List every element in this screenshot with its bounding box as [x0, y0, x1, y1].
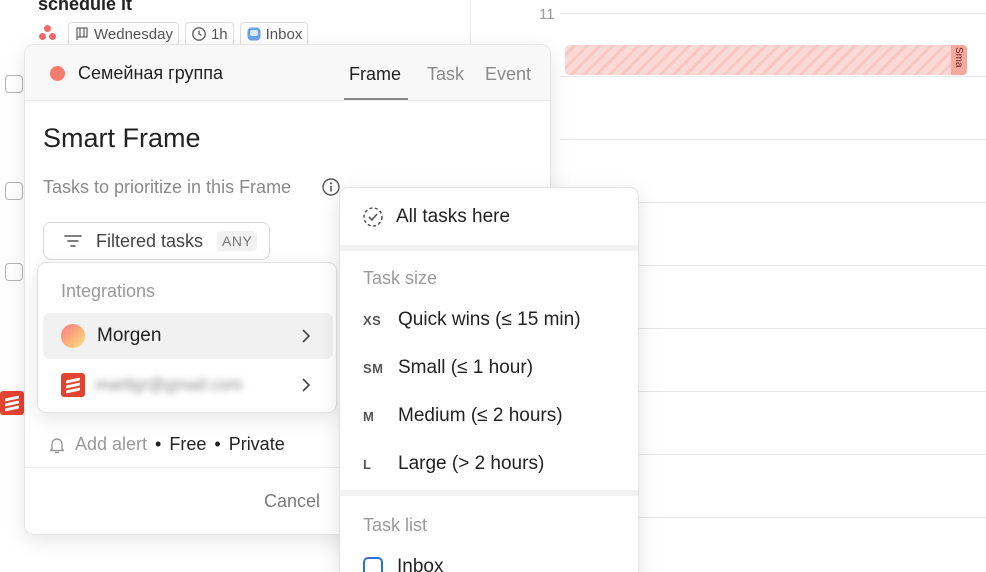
bell-icon: [49, 437, 65, 453]
dashed-check-circle-icon: [363, 207, 383, 227]
integration-label: Morgen: [97, 325, 162, 346]
size-option-l[interactable]: L Large (> 2 hours): [363, 453, 544, 475]
all-tasks-option[interactable]: All tasks here: [362, 206, 510, 228]
tab-event[interactable]: Event: [485, 64, 531, 85]
availability-toggle[interactable]: Free: [169, 434, 206, 455]
integration-item-todoist[interactable]: martlgr@gmail.com: [43, 362, 333, 408]
app-root: schedule it Wednesday 1h Inbox 11 2 Sma: [0, 0, 986, 572]
size-option-xs[interactable]: XS Quick wins (≤ 15 min): [363, 309, 581, 331]
calendar-event[interactable]: Sma: [565, 45, 967, 75]
size-code: L: [363, 456, 372, 472]
todoist-logo-icon: [61, 373, 85, 397]
cancel-button[interactable]: Cancel: [264, 491, 320, 512]
panel-header: Семейная группа Frame Task Event: [25, 45, 550, 101]
active-tab-indicator: [344, 98, 408, 100]
task-title[interactable]: schedule it: [38, 0, 132, 15]
filter-mode-badge: ANY: [217, 231, 258, 251]
section-divider: [340, 490, 638, 496]
list-label: Inbox: [397, 556, 444, 572]
asana-icon: [38, 24, 58, 44]
chevron-right-icon: [302, 329, 311, 343]
todoist-icon: [0, 391, 24, 415]
filter-icon: [64, 235, 82, 247]
tab-frame[interactable]: Frame: [349, 64, 401, 85]
size-label: Large (> 2 hours): [398, 453, 545, 474]
integration-item-morgen[interactable]: Morgen: [43, 313, 333, 359]
integration-account-label: martlgr@gmail.com: [95, 375, 243, 394]
chevron-right-icon: [302, 378, 311, 392]
hour-label: 11: [539, 6, 555, 23]
visibility-toggle[interactable]: Private: [229, 434, 285, 455]
task-list-header: Task list: [363, 515, 428, 535]
separator-dot: •: [214, 434, 221, 454]
task-checkbox[interactable]: [5, 263, 23, 281]
morgen-logo-icon: [61, 324, 85, 348]
list-option-inbox[interactable]: Inbox: [363, 556, 443, 572]
size-option-sm[interactable]: SM Small (≤ 1 hour): [363, 357, 533, 379]
calendar-selector[interactable]: Семейная группа: [78, 63, 223, 84]
frame-subtitle: Tasks to prioritize in this Frame: [43, 177, 292, 197]
integrations-popover: Integrations Morgen martlgr@gmail.com: [37, 262, 337, 413]
filter-tasks-button[interactable]: Filtered tasks ANY: [43, 222, 271, 260]
separator-dot: •: [155, 434, 162, 454]
duration-chip[interactable]: 1h: [184, 22, 234, 46]
size-option-m[interactable]: M Medium (≤ 2 hours): [363, 405, 563, 427]
clock-icon: [192, 27, 206, 41]
size-label: Medium (≤ 2 hours): [398, 405, 563, 426]
hour-line: [560, 76, 986, 77]
filter-label: Filtered tasks: [96, 230, 204, 251]
task-filter-dropdown: All tasks here Task size XS Quick wins (…: [339, 187, 639, 572]
info-icon[interactable]: [321, 177, 341, 197]
flag-icon: [76, 27, 88, 40]
task-checkbox[interactable]: [5, 75, 23, 93]
section-divider: [340, 245, 638, 251]
list-chip[interactable]: Inbox: [239, 22, 309, 46]
size-code: SM: [363, 360, 384, 376]
size-code: M: [363, 408, 375, 424]
calendar-color-dot[interactable]: [50, 66, 65, 81]
hour-line: [560, 13, 986, 14]
size-label: Small (≤ 1 hour): [398, 357, 534, 378]
hour-line: [560, 139, 986, 140]
tab-task[interactable]: Task: [427, 64, 464, 85]
alert-row: Add alert • Free • Private: [47, 434, 285, 455]
day-label: Wednesday: [94, 25, 173, 43]
add-alert-button[interactable]: Add alert: [75, 434, 147, 455]
list-label: Inbox: [265, 25, 303, 43]
task-checkbox[interactable]: [5, 182, 23, 200]
day-chip[interactable]: Wednesday: [68, 22, 179, 46]
size-code: XS: [363, 312, 382, 328]
inbox-checkbox[interactable]: [363, 557, 383, 572]
size-label: Quick wins (≤ 15 min): [398, 309, 581, 330]
task-meta: Wednesday 1h Inbox: [38, 22, 309, 46]
all-tasks-label: All tasks here: [396, 206, 511, 227]
duration-label: 1h: [210, 25, 228, 43]
frame-title-input[interactable]: Smart Frame: [43, 123, 201, 154]
event-tag: Sma: [951, 45, 967, 75]
integrations-header: Integrations: [61, 281, 156, 301]
task-size-header: Task size: [363, 268, 438, 288]
inbox-icon: [247, 27, 261, 41]
